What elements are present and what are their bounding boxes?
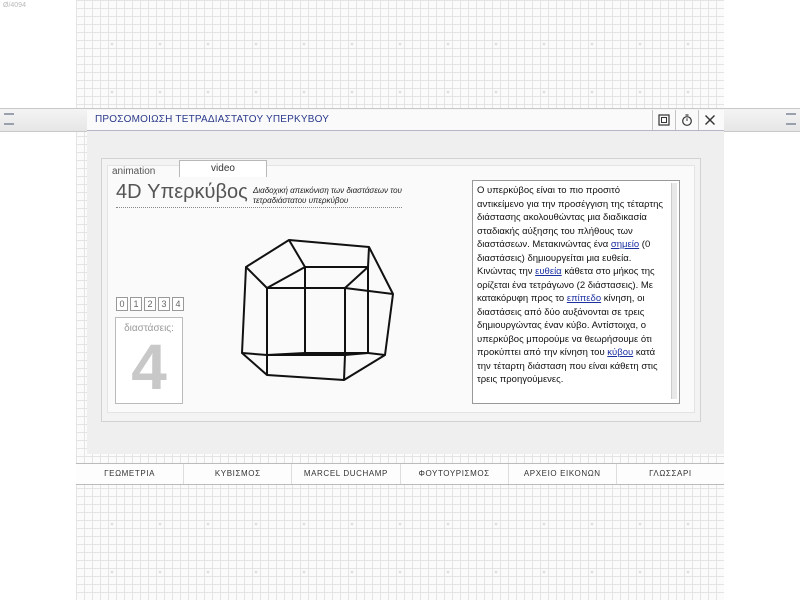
dimension-value: 4 xyxy=(131,331,167,403)
dimension-button-1[interactable]: 1 xyxy=(130,297,142,311)
window-titlebar: ΠΡΟΣΟΜΟΙΩΣΗ ΤΕΤΡΑΔΙΑΣΤΑΤΟΥ ΥΠΕΡΚΥΒΟΥ xyxy=(87,110,724,131)
tab-video[interactable]: video xyxy=(179,160,267,177)
nav-item-image-archive[interactable]: ΑΡΧΕΙΟ ΕΙΚΟΝΩΝ xyxy=(509,464,617,484)
maximize-icon xyxy=(658,114,670,126)
dimension-button-0[interactable]: 0 xyxy=(116,297,128,311)
nav-item-futurism[interactable]: ΦΟΥΤΟΥΡΙΣΜΟΣ xyxy=(401,464,509,484)
link-line[interactable]: ευθεία xyxy=(535,266,562,277)
close-icon xyxy=(705,115,715,125)
nav-item-marcel-duchamp[interactable]: MARCEL DUCHAMP xyxy=(292,464,401,484)
band-tick xyxy=(786,123,796,125)
band-tick xyxy=(4,113,14,115)
hypercube-edges xyxy=(241,239,394,381)
hypercube-back-cube xyxy=(304,266,369,354)
description-scrollbar[interactable] xyxy=(671,183,677,399)
dimension-display: διαστάσεις: 4 xyxy=(115,317,183,404)
corner-label: Ø/4094 xyxy=(3,2,26,9)
link-cube[interactable]: κύβου xyxy=(607,347,633,358)
band-tick xyxy=(786,113,796,115)
dimension-button-3[interactable]: 3 xyxy=(158,297,170,311)
hypercube-drawing xyxy=(241,239,394,381)
stopwatch-icon xyxy=(682,114,692,126)
window-title: ΠΡΟΣΟΜΟΙΩΣΗ ΤΕΤΡΑΔΙΑΣΤΑΤΟΥ ΥΠΕΡΚΥΒΟΥ xyxy=(95,114,330,125)
description-text: Ο υπερκύβος είναι το πιο προσιτό αντικεί… xyxy=(477,184,667,387)
nav-item-cubism[interactable]: ΚΥΒΙΣΜΟΣ xyxy=(184,464,293,484)
dimension-button-4[interactable]: 4 xyxy=(172,297,184,311)
link-plane[interactable]: επίπεδο xyxy=(567,293,601,304)
timer-button[interactable] xyxy=(675,110,698,130)
link-point[interactable]: σημείο xyxy=(611,239,639,250)
main-nav: ΓΕΩΜΕΤΡΙΑ ΚΥΒΙΣΜΟΣ MARCEL DUCHAMP ΦΟΥΤΟΥ… xyxy=(76,463,724,485)
hypercube-outer-hull xyxy=(241,239,394,381)
page-subtitle: Διαδοχική απεικόνιση των διαστάσεων του … xyxy=(253,186,402,205)
nav-item-glossary[interactable]: ΓΛΩΣΣΑΡΙ xyxy=(617,464,724,484)
close-button[interactable] xyxy=(698,110,721,130)
page-title: 4D Υπερκύβος xyxy=(116,181,248,203)
description-box[interactable]: Ο υπερκύβος είναι το πιο προσιτό αντικεί… xyxy=(472,180,680,404)
maximize-button[interactable] xyxy=(652,110,675,130)
dimension-selector: 0 1 2 3 4 xyxy=(116,297,184,311)
nav-item-geometry[interactable]: ΓΕΩΜΕΤΡΙΑ xyxy=(76,464,185,484)
heading-divider xyxy=(116,207,402,208)
band-tick xyxy=(4,123,14,125)
dimension-button-2[interactable]: 2 xyxy=(144,297,156,311)
